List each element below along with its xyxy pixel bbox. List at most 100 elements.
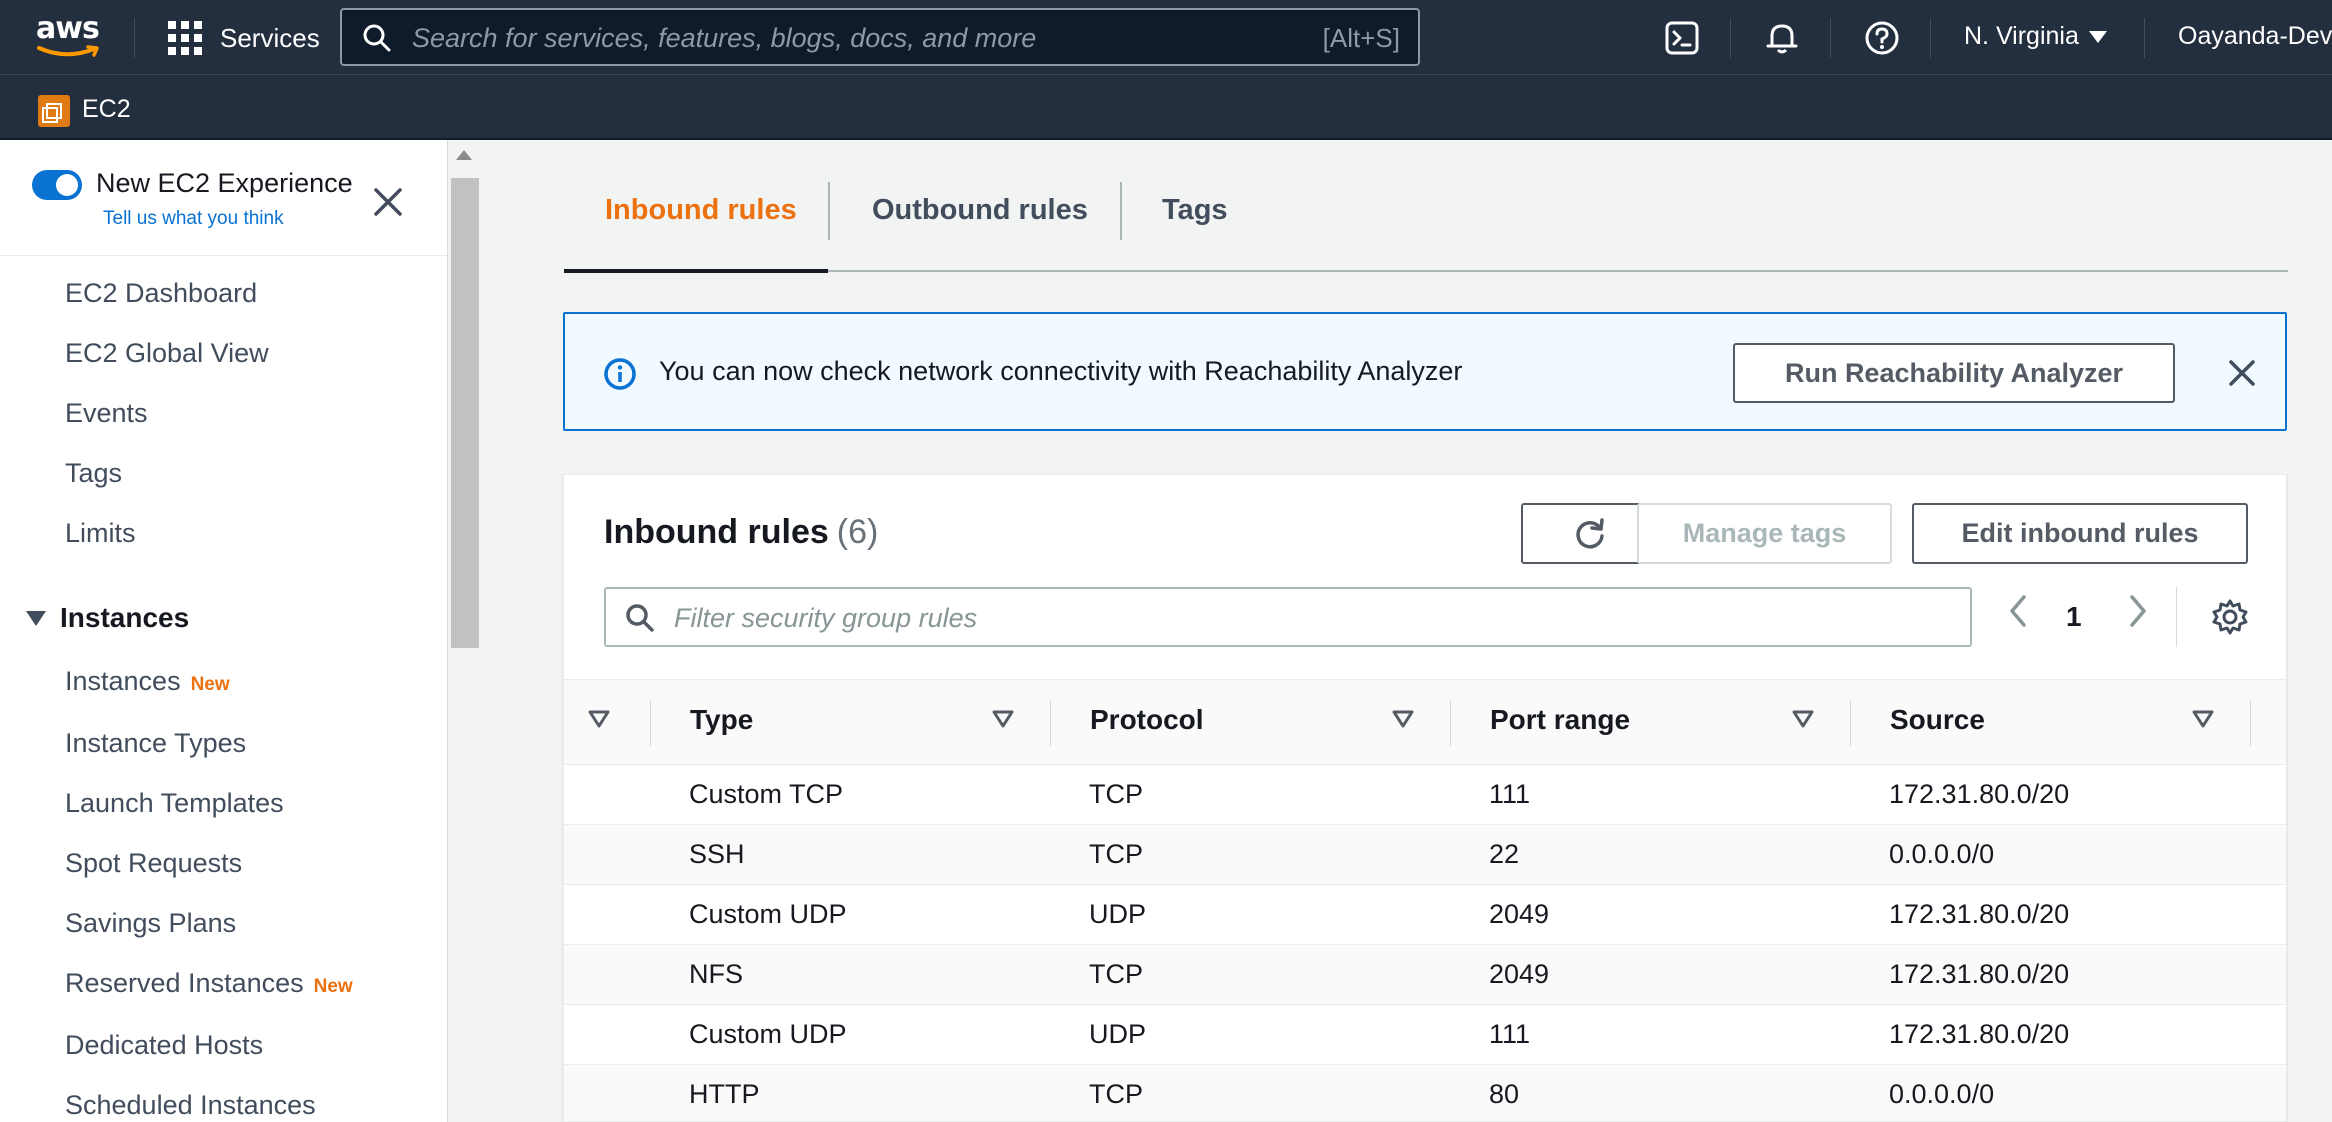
grid-icon (168, 21, 202, 55)
tab-tags[interactable]: Tags (1162, 194, 1228, 227)
nav-divider (1730, 18, 1731, 58)
filter-input[interactable]: Filter security group rules (604, 587, 1972, 647)
column-header-type[interactable]: Type (690, 704, 753, 736)
table-row[interactable]: Custom UDP UDP 111 172.31.80.0/20 (564, 1005, 2286, 1065)
scroll-up-arrow-icon[interactable] (456, 150, 472, 160)
nav-divider (134, 18, 135, 58)
tab-inbound-rules[interactable]: Inbound rules (605, 194, 797, 227)
cell-port-range: 2049 (1489, 959, 1550, 989)
region-selector[interactable]: N. Virginia (1964, 22, 2107, 51)
services-menu[interactable]: Services (168, 18, 320, 58)
current-page[interactable]: 1 (2066, 601, 2082, 633)
search-shortcut: [Alt+S] (1322, 23, 1400, 53)
info-alert: You can now check network connectivity w… (563, 312, 2287, 431)
new-badge: New (190, 674, 230, 695)
aws-logo-text: aws (36, 11, 100, 46)
cell-protocol: TCP (1089, 1079, 1143, 1109)
column-header-protocol[interactable]: Protocol (1090, 704, 1204, 736)
cell-protocol: TCP (1089, 839, 1143, 869)
aws-logo[interactable]: aws (36, 14, 102, 58)
cell-type: Custom UDP (689, 1019, 847, 1049)
filter-placeholder: Filter security group rules (674, 603, 978, 633)
sidebar-item-dedicated-hosts[interactable]: Dedicated Hosts (65, 1030, 263, 1061)
manage-tags-button[interactable]: Manage tags (1637, 503, 1892, 564)
column-divider (650, 700, 651, 746)
column-divider (1050, 700, 1051, 746)
cell-type: Custom UDP (689, 899, 847, 929)
cell-port-range: 22 (1489, 839, 1520, 869)
close-icon[interactable] (370, 184, 406, 220)
run-reachability-analyzer-button[interactable]: Run Reachability Analyzer (1733, 343, 2175, 403)
sort-icon[interactable] (1792, 710, 1814, 728)
cell-source: 0.0.0.0/0 (1889, 839, 1995, 869)
section-title: Instances (60, 602, 190, 633)
sidebar-item-reserved-instances[interactable]: Reserved Instances New (65, 968, 353, 999)
sidebar-item-spot-requests[interactable]: Spot Requests (65, 848, 242, 879)
service-name[interactable]: EC2 (82, 95, 131, 124)
table-row[interactable]: HTTP TCP 80 0.0.0.0/0 (564, 1065, 2286, 1121)
sidebar-item-instances[interactable]: Instances New (65, 666, 230, 697)
feedback-link[interactable]: Tell us what you think (103, 208, 284, 230)
column-header-source[interactable]: Source (1890, 704, 1985, 736)
sidebar-scrollbar[interactable] (448, 140, 482, 1122)
cell-source: 172.31.80.0/20 (1889, 779, 2070, 809)
rule-count: (6) (836, 513, 879, 551)
tab-outbound-rules[interactable]: Outbound rules (872, 194, 1088, 227)
table-row[interactable]: Custom TCP TCP 111 172.31.80.0/20 (564, 765, 2286, 825)
active-tab-indicator (564, 269, 828, 273)
aws-smile-icon (37, 45, 99, 57)
new-experience-toggle[interactable] (32, 170, 82, 200)
cell-type: HTTP (689, 1079, 760, 1109)
sort-icon[interactable] (992, 710, 1014, 728)
cell-port-range: 111 (1489, 1019, 1531, 1049)
sidebar-item-launch-templates[interactable]: Launch Templates (65, 788, 284, 819)
gear-icon[interactable] (2210, 597, 2250, 637)
panel-title: Inbound rules (6) (604, 513, 878, 552)
cell-source: 172.31.80.0/20 (1889, 899, 2070, 929)
dismiss-icon[interactable] (2225, 356, 2259, 390)
sidebar-item-tags[interactable]: Tags (65, 458, 122, 489)
table-row[interactable]: SSH TCP 22 0.0.0.0/0 (564, 825, 2286, 885)
caret-down-icon (26, 610, 46, 626)
sidebar-item-events[interactable]: Events (65, 398, 148, 429)
cell-port-range: 111 (1489, 779, 1531, 809)
cell-protocol: TCP (1089, 779, 1143, 809)
edit-inbound-rules-button[interactable]: Edit inbound rules (1912, 503, 2248, 564)
scroll-thumb[interactable] (451, 178, 479, 648)
bell-icon[interactable] (1762, 18, 1802, 58)
tab-divider (828, 182, 830, 240)
sidebar-section-instances[interactable]: Instances (26, 602, 189, 634)
column-header-port-range[interactable]: Port range (1490, 704, 1630, 736)
sidebar-item-label: Instances (65, 666, 181, 696)
nav-divider (1830, 18, 1831, 58)
account-menu[interactable]: Oayanda-Dev (2178, 22, 2332, 51)
cell-type: NFS (689, 959, 743, 989)
service-breadcrumb-bar: EC2 (0, 74, 2332, 140)
sidebar-item-instance-types[interactable]: Instance Types (65, 728, 246, 759)
sidebar-item-ec2-dashboard[interactable]: EC2 Dashboard (65, 278, 257, 309)
sort-icon[interactable] (2192, 710, 2214, 728)
sidebar-item-scheduled-instances[interactable]: Scheduled Instances (65, 1090, 316, 1121)
cell-port-range: 80 (1489, 1079, 1520, 1109)
filter-triangle-icon[interactable] (588, 710, 610, 728)
info-icon (604, 358, 636, 390)
refresh-icon (1575, 517, 1604, 548)
cell-protocol: UDP (1089, 1019, 1147, 1049)
caret-down-icon (2088, 30, 2107, 43)
nav-divider (2144, 18, 2145, 58)
table-row[interactable]: Custom UDP UDP 2049 172.31.80.0/20 (564, 885, 2286, 945)
chevron-left-icon[interactable] (2006, 593, 2030, 629)
chevron-right-icon[interactable] (2126, 593, 2150, 629)
sidebar-item-savings-plans[interactable]: Savings Plans (65, 908, 236, 939)
help-icon[interactable] (1862, 18, 1902, 58)
cell-port-range: 2049 (1489, 899, 1550, 929)
ec2-service-icon (38, 95, 70, 127)
sort-icon[interactable] (1392, 710, 1414, 728)
global-search[interactable]: Search for services, features, blogs, do… (340, 8, 1420, 66)
cloudshell-icon[interactable] (1662, 18, 1702, 58)
sidebar-item-limits[interactable]: Limits (65, 518, 136, 549)
table-row[interactable]: NFS TCP 2049 172.31.80.0/20 (564, 945, 2286, 1005)
cell-protocol: UDP (1089, 899, 1147, 929)
sidebar-item-ec2-global-view[interactable]: EC2 Global View (65, 338, 269, 369)
cell-type: SSH (689, 839, 745, 869)
